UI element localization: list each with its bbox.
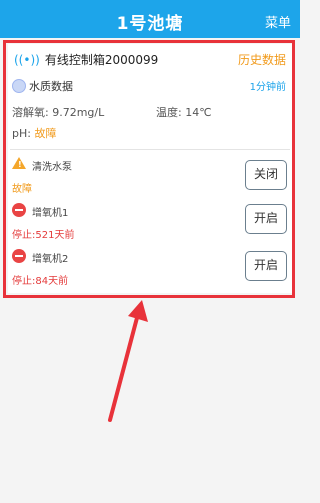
annotation-arrow	[108, 300, 148, 422]
arrow-head	[128, 300, 148, 322]
arrow-shaft	[108, 312, 140, 422]
